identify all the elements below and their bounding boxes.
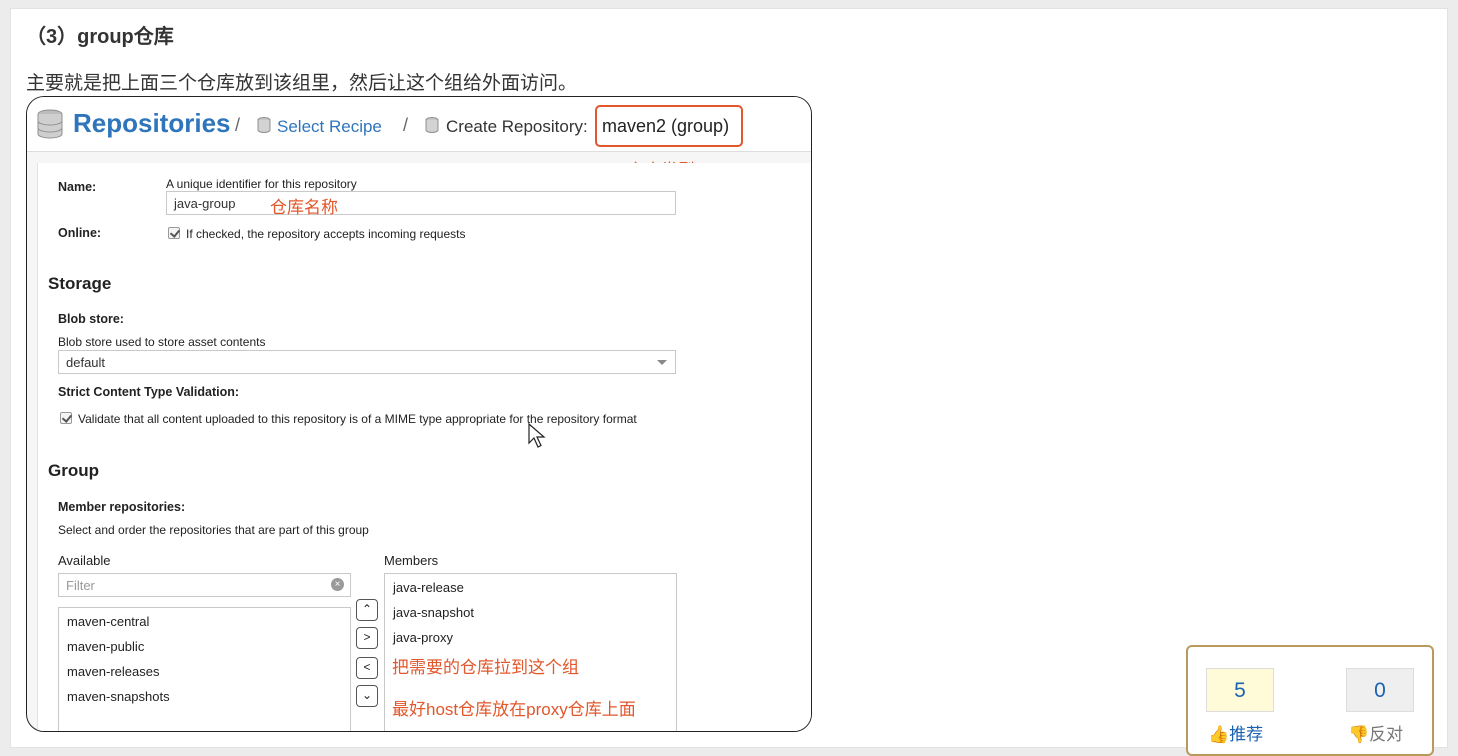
recommend-button[interactable]: 👍推荐 [1208,720,1263,745]
available-item[interactable]: maven-public [67,639,144,654]
breadcrumb-separator: / [403,115,409,135]
nexus-screenshot: Repositories / Select Recipe / Create Re… [26,96,812,732]
strict-validation-checkbox[interactable] [60,412,72,424]
available-list[interactable]: maven-central maven-public maven-release… [58,607,351,731]
online-checkbox[interactable] [168,227,180,239]
online-label: Online: [58,226,102,240]
storage-section-title: Storage [48,274,112,293]
add-member-button[interactable]: > [356,627,378,649]
strict-validation-help: Validate that all content uploaded to th… [78,412,637,426]
remove-member-button[interactable]: < [356,657,378,679]
available-item[interactable]: maven-releases [67,664,160,679]
chevron-down-icon [657,360,667,365]
breadcrumb-create-repository: Create Repository: [446,117,588,136]
name-input[interactable]: java-group [166,191,676,215]
members-column-label: Members [384,553,439,568]
repo-header: Repositories / Select Recipe / Create Re… [27,97,811,152]
repo-type-value: maven2 (group) [602,116,730,136]
group-section-title: Group [48,461,99,480]
intro-text: 主要就是把上面三个仓库放到该组里，然后让这个组给外面访问。 [26,73,578,94]
annotation-drag-repos: 把需要的仓库拉到这个组 [392,658,579,677]
online-help: If checked, the repository accepts incom… [186,227,466,241]
member-repos-help: Select and order the repositories that a… [58,523,369,537]
name-label: Name: [58,180,97,194]
blob-store-help: Blob store used to store asset contents [58,335,266,349]
available-item[interactable]: maven-snapshots [67,689,170,704]
strict-validation-label: Strict Content Type Validation: [58,385,240,399]
filter-input[interactable]: Filter × [58,573,351,597]
repositories-title[interactable]: Repositories [73,108,231,139]
database-icon [257,117,271,133]
name-help: A unique identifier for this repository [166,177,357,191]
available-item[interactable]: maven-central [67,614,149,629]
mouse-cursor-icon [528,423,546,448]
member-item[interactable]: java-snapshot [393,605,474,620]
thumbs-up-icon: 👍 [1208,725,1230,744]
oppose-count[interactable]: 0 [1346,668,1414,712]
blob-store-select[interactable]: default [58,350,676,374]
recommend-label: 推荐 [1229,725,1264,744]
member-item[interactable]: java-proxy [393,630,453,645]
move-up-button[interactable]: ⌃ [356,599,378,621]
breadcrumb-separator: / [235,115,241,135]
move-down-button[interactable]: ⌄ [356,685,378,707]
database-icon [425,117,439,133]
database-icon [37,109,63,139]
available-column-label: Available [58,553,111,568]
recommend-count[interactable]: 5 [1206,668,1274,712]
annotation-repo-name: 仓库名称 [270,198,338,217]
clear-icon[interactable]: × [331,578,344,591]
member-repos-label: Member repositories: [58,500,186,514]
annotation-repo-order: 最好host仓库放在proxy仓库上面 [392,700,636,719]
breadcrumb-select-recipe[interactable]: Select Recipe [277,117,382,137]
blob-store-value: default [66,355,106,370]
oppose-button[interactable]: 👎反对 [1348,720,1403,745]
vote-panel: 5 👍推荐 0 👎反对 [1186,645,1434,756]
filter-placeholder: Filter [66,578,95,593]
repo-form: Name: A unique identifier for this repos… [37,163,811,731]
blob-store-label: Blob store: [58,312,124,326]
section-heading: （3）group仓库 [26,26,174,48]
oppose-label: 反对 [1369,725,1404,744]
thumbs-down-icon: 👎 [1348,725,1370,744]
member-item[interactable]: java-release [393,580,464,595]
